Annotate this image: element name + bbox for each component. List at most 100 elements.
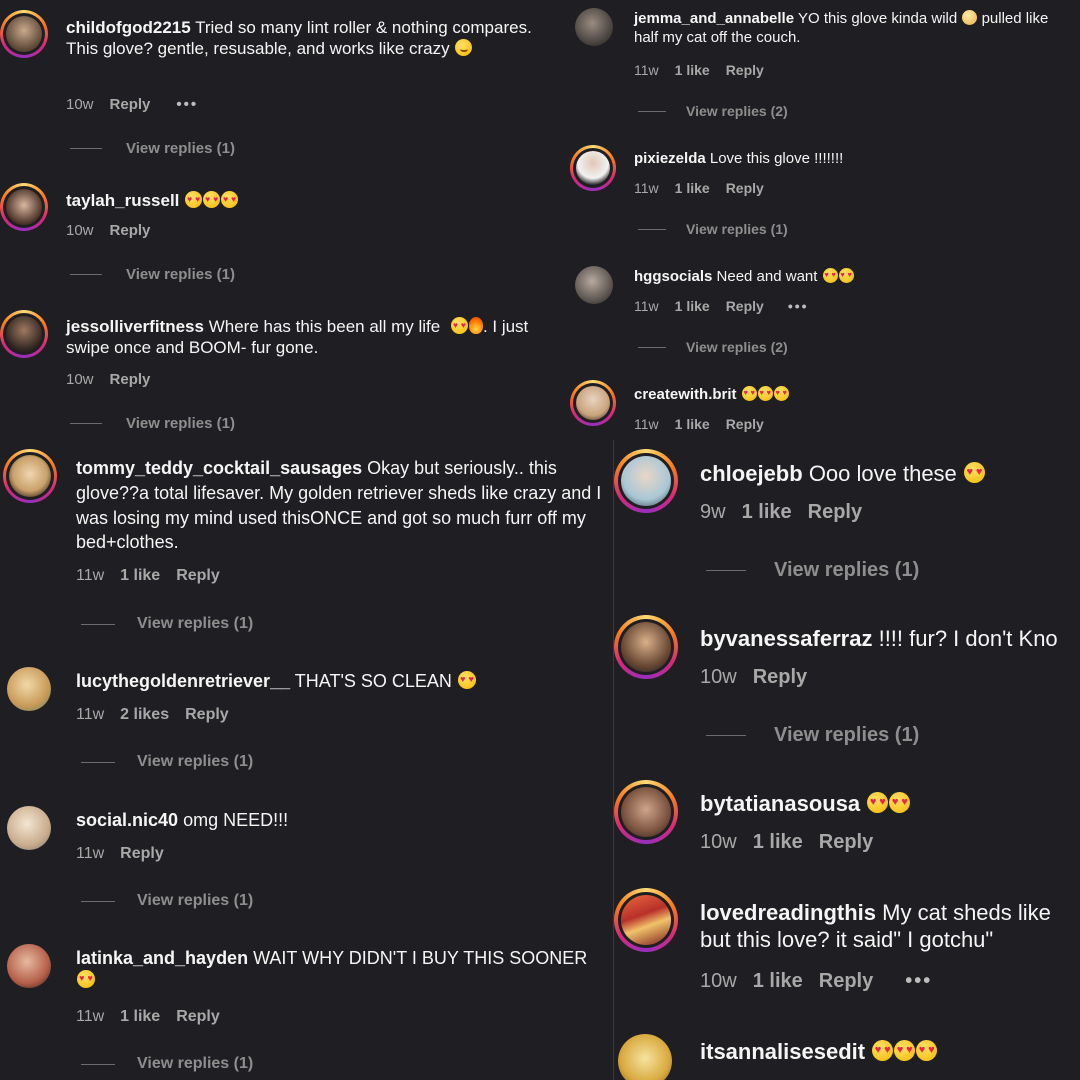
likes-count[interactable]: 1 like — [120, 1008, 160, 1025]
likes-count[interactable]: 1 like — [753, 970, 803, 992]
heart-eyes-emoji — [757, 386, 773, 401]
avatar[interactable] — [614, 780, 678, 844]
view-replies-label[interactable]: View replies (1) — [137, 1055, 253, 1073]
view-replies-label[interactable]: View replies (1) — [686, 221, 788, 237]
reply-button[interactable]: Reply — [726, 180, 764, 196]
avatar[interactable] — [0, 10, 48, 58]
view-replies-link[interactable]: View replies (2) — [638, 339, 788, 355]
more-options-icon[interactable]: ••• — [176, 96, 198, 113]
reply-button[interactable]: Reply — [176, 567, 220, 584]
avatar[interactable] — [0, 183, 48, 231]
reply-button[interactable]: Reply — [726, 298, 764, 314]
comment-username[interactable]: createwith.brit — [634, 386, 737, 403]
comment-username[interactable]: bytatianasousa — [700, 791, 860, 816]
view-replies-label[interactable]: View replies (2) — [686, 339, 788, 355]
reply-button[interactable]: Reply — [185, 706, 229, 723]
reply-button[interactable]: Reply — [176, 1008, 220, 1025]
divider — [706, 735, 746, 736]
divider — [81, 623, 115, 625]
divider — [638, 346, 666, 348]
avatar[interactable] — [575, 8, 613, 46]
view-replies-link[interactable]: View replies (1) — [70, 266, 235, 283]
reply-button[interactable]: Reply — [753, 666, 807, 688]
reply-button[interactable]: Reply — [110, 96, 151, 113]
avatar[interactable] — [570, 145, 616, 191]
comment-username[interactable]: childofgod2215 — [66, 18, 191, 37]
view-replies-label[interactable]: View replies (1) — [137, 892, 253, 910]
view-replies-label[interactable]: View replies (1) — [774, 724, 919, 747]
reply-button[interactable]: Reply — [819, 831, 873, 853]
reply-button[interactable]: Reply — [110, 371, 151, 388]
avatar[interactable] — [7, 667, 51, 711]
heart-eyes-emoji — [872, 1040, 894, 1061]
comment-username[interactable]: hggsocials — [634, 268, 712, 285]
comment-username[interactable]: latinka_and_hayden — [76, 948, 248, 968]
likes-count[interactable]: 1 like — [675, 62, 710, 78]
avatar[interactable] — [614, 888, 678, 952]
avatar[interactable] — [7, 944, 51, 988]
likes-count[interactable]: 1 like — [120, 567, 160, 584]
view-replies-label[interactable]: View replies (1) — [774, 559, 919, 582]
reply-button[interactable]: Reply — [819, 970, 873, 992]
more-options-icon[interactable]: ••• — [788, 298, 809, 314]
likes-count[interactable]: 1 like — [675, 416, 710, 432]
view-replies-link[interactable]: View replies (1) — [638, 221, 788, 237]
comment-meta: 11w 1 like Reply — [76, 1008, 236, 1026]
avatar[interactable] — [7, 806, 51, 850]
comment-text: pixiezelda Love this glove !!!!!!! — [634, 150, 1074, 169]
view-replies-link[interactable]: View replies (1) — [81, 1055, 253, 1073]
avatar[interactable] — [614, 615, 678, 679]
comment-username[interactable]: lucythegoldenretriever__ — [76, 671, 290, 691]
comment-username[interactable]: byvanessaferraz — [700, 626, 872, 651]
view-replies-link[interactable]: View replies (1) — [81, 892, 253, 910]
view-replies-label[interactable]: View replies (1) — [137, 615, 253, 633]
avatar[interactable] — [614, 449, 678, 513]
comment-username[interactable]: jemma_and_annabelle — [634, 10, 794, 27]
comment-username[interactable]: taylah_russell — [66, 191, 179, 210]
reply-button[interactable]: Reply — [808, 501, 862, 523]
avatar[interactable] — [618, 1034, 672, 1080]
divider — [638, 110, 666, 112]
reply-button[interactable]: Reply — [726, 416, 764, 432]
reply-button[interactable]: Reply — [726, 62, 764, 78]
view-replies-link[interactable]: View replies (1) — [81, 615, 253, 633]
avatar[interactable] — [575, 266, 613, 304]
divider — [81, 900, 115, 902]
reply-button[interactable]: Reply — [110, 222, 151, 239]
view-replies-link[interactable]: View replies (1) — [706, 724, 919, 747]
comment-body: Need and want — [716, 268, 818, 285]
likes-count[interactable]: 2 likes — [120, 706, 169, 723]
comment-text: childofgod2215 Tried so many lint roller… — [66, 17, 546, 59]
view-replies-label[interactable]: View replies (1) — [126, 266, 235, 283]
view-replies-link[interactable]: View replies (1) — [706, 559, 919, 582]
reply-button[interactable]: Reply — [120, 845, 164, 862]
view-replies-link[interactable]: View replies (1) — [81, 753, 253, 771]
more-options-icon[interactable]: ••• — [905, 970, 932, 992]
comment-username[interactable]: social.nic40 — [76, 810, 178, 830]
comment-username[interactable]: pixiezelda — [634, 150, 706, 167]
view-replies-link[interactable]: View replies (1) — [70, 140, 235, 157]
likes-count[interactable]: 1 like — [675, 298, 710, 314]
view-replies-label[interactable]: View replies (1) — [126, 415, 235, 432]
view-replies-label[interactable]: View replies (1) — [137, 753, 253, 771]
likes-count[interactable]: 1 like — [675, 180, 710, 196]
view-replies-label[interactable]: View replies (2) — [686, 103, 788, 119]
avatar[interactable] — [0, 310, 48, 358]
comment-username[interactable]: jessolliverfitness — [66, 317, 204, 336]
comment-username[interactable]: itsannalisesedit — [700, 1039, 865, 1064]
comment-username[interactable]: chloejebb — [700, 461, 803, 486]
view-replies-link[interactable]: View replies (1) — [70, 415, 235, 432]
likes-count[interactable]: 1 like — [753, 831, 803, 853]
comment-time: 10w — [700, 666, 737, 688]
likes-count[interactable]: 1 like — [742, 501, 792, 523]
comment-body: Ooo love these — [808, 461, 957, 486]
comment-username[interactable]: tommy_teddy_cocktail_sausages — [76, 458, 362, 478]
view-replies-link[interactable]: View replies (2) — [638, 103, 788, 119]
avatar[interactable] — [3, 449, 57, 503]
heart-eyes-emoji — [889, 792, 911, 813]
view-replies-label[interactable]: View replies (1) — [126, 140, 235, 157]
fire-emoji — [468, 317, 483, 334]
comment-body: THAT'S SO CLEAN — [294, 671, 452, 691]
avatar[interactable] — [570, 380, 616, 426]
comment-username[interactable]: lovedreadingthis — [700, 900, 876, 925]
